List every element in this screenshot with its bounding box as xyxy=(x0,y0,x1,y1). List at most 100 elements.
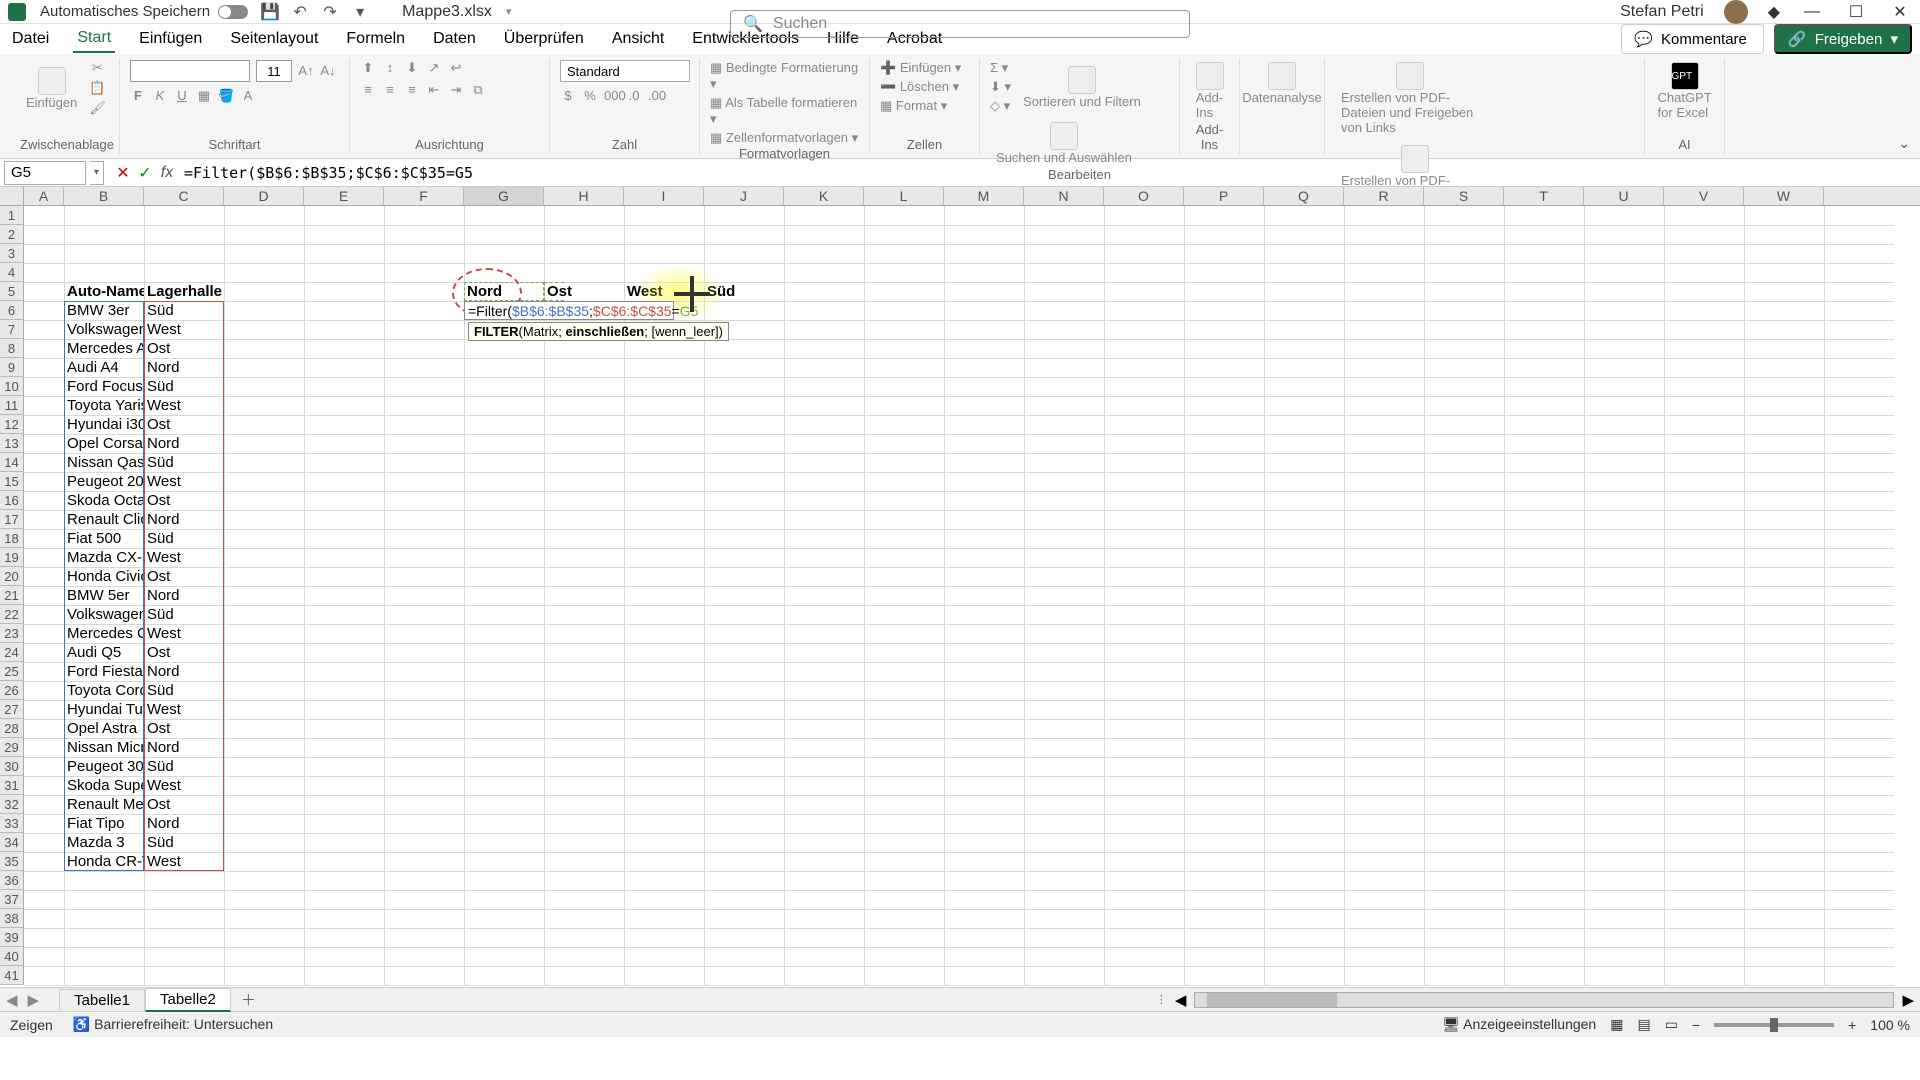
data-analysis-button[interactable]: Datenanalyse xyxy=(1250,60,1314,107)
row-header-39[interactable]: 39 xyxy=(0,928,24,947)
add-sheet-button[interactable]: ＋ xyxy=(231,989,266,1010)
redo-icon[interactable]: ↷ xyxy=(322,4,338,20)
menu-daten[interactable]: Daten xyxy=(429,26,480,52)
table-format-button[interactable]: ▦ Als Tabelle formatieren ▾ xyxy=(710,95,859,127)
col-header-I[interactable]: I xyxy=(624,187,704,205)
row-header-11[interactable]: 11 xyxy=(0,396,24,415)
menu-ansicht[interactable]: Ansicht xyxy=(608,26,668,52)
row-header-24[interactable]: 24 xyxy=(0,643,24,662)
fx-icon[interactable]: fx xyxy=(156,164,178,182)
cell-styles-button[interactable]: ▦ Zellenformatvorlagen ▾ xyxy=(710,130,859,146)
bold-icon[interactable]: F xyxy=(130,88,146,104)
col-header-W[interactable]: W xyxy=(1744,187,1824,205)
row-header-20[interactable]: 20 xyxy=(0,567,24,586)
merge-icon[interactable]: ⧉ xyxy=(470,82,486,98)
addins-button[interactable]: Add-Ins xyxy=(1190,60,1229,122)
display-settings[interactable]: 🖥 Anzeigeeinstellungen xyxy=(1442,1016,1596,1033)
copy-icon[interactable]: 📋 xyxy=(89,80,105,96)
row-header-36[interactable]: 36 xyxy=(0,871,24,890)
row-header-40[interactable]: 40 xyxy=(0,947,24,966)
cell-C5[interactable]: Lagerhalle xyxy=(144,282,224,301)
save-icon[interactable]: 💾 xyxy=(262,4,278,20)
row-header-17[interactable]: 17 xyxy=(0,510,24,529)
row-header-41[interactable]: 41 xyxy=(0,966,24,985)
align-center-icon[interactable]: ≡ xyxy=(382,82,398,98)
toggle-switch[interactable] xyxy=(218,5,248,19)
sheet-nav-prev-icon[interactable]: ◀ xyxy=(6,991,18,1009)
menu-formeln[interactable]: Formeln xyxy=(342,26,409,52)
hscroll-left-icon[interactable]: ◀ xyxy=(1175,991,1187,1009)
diamond-icon[interactable]: ◆ xyxy=(1768,2,1780,22)
autosum-icon[interactable]: Σ ▾ xyxy=(990,60,1011,76)
col-header-G[interactable]: G xyxy=(464,187,544,205)
qa-dropdown-icon[interactable]: ▾ xyxy=(352,4,368,20)
view-break-icon[interactable]: ▭ xyxy=(1665,1016,1678,1033)
minimize-button[interactable]: — xyxy=(1800,3,1824,21)
delete-cells-button[interactable]: ➖ Löschen ▾ xyxy=(880,79,969,95)
format-painter-icon[interactable]: 🖌 xyxy=(89,100,105,116)
insert-cells-button[interactable]: ➕ Einfügen ▾ xyxy=(880,60,969,76)
percent-icon[interactable]: % xyxy=(582,88,598,104)
col-header-O[interactable]: O xyxy=(1104,187,1184,205)
avatar[interactable] xyxy=(1724,0,1748,24)
row-header-21[interactable]: 21 xyxy=(0,586,24,605)
orientation-icon[interactable]: ↗ xyxy=(426,60,442,76)
row-header-34[interactable]: 34 xyxy=(0,833,24,852)
name-box-dropdown[interactable]: ▾ xyxy=(90,161,104,185)
sheet-tab-1[interactable]: Tabelle1 xyxy=(59,989,145,1011)
dec-dec-icon[interactable]: .00 xyxy=(648,88,664,104)
format-cells-button[interactable]: ▦ Format ▾ xyxy=(880,98,969,114)
col-header-B[interactable]: B xyxy=(64,187,144,205)
align-top-icon[interactable]: ⬆ xyxy=(360,60,376,76)
view-layout-icon[interactable]: ▤ xyxy=(1637,1016,1650,1033)
row-header-35[interactable]: 35 xyxy=(0,852,24,871)
col-header-F[interactable]: F xyxy=(384,187,464,205)
col-header-Q[interactable]: Q xyxy=(1264,187,1344,205)
menu-start[interactable]: Start xyxy=(73,25,115,53)
col-header-K[interactable]: K xyxy=(784,187,864,205)
cut-icon[interactable]: ✂ xyxy=(89,60,105,76)
comments-button[interactable]: 💬 Kommentare xyxy=(1621,24,1764,54)
col-header-E[interactable]: E xyxy=(304,187,384,205)
share-button[interactable]: 🔗 Freigeben ▾ xyxy=(1774,24,1912,54)
menu-ueberpruefen[interactable]: Überprüfen xyxy=(500,26,588,52)
row-header-26[interactable]: 26 xyxy=(0,681,24,700)
sheet-tab-2[interactable]: Tabelle2 xyxy=(145,988,231,1012)
undo-icon[interactable]: ↶ xyxy=(292,4,308,20)
border-icon[interactable]: ▦ xyxy=(196,88,212,104)
row-header-29[interactable]: 29 xyxy=(0,738,24,757)
spreadsheet-grid[interactable]: ABCDEFGHIJKLMNOPQRSTUVW 1234567891011121… xyxy=(0,187,1920,987)
row-header-12[interactable]: 12 xyxy=(0,415,24,434)
row-header-28[interactable]: 28 xyxy=(0,719,24,738)
editing-cell[interactable]: =Filter($B$6:$B$35;$C$6:$C$35=G5 xyxy=(464,301,674,320)
number-format[interactable] xyxy=(560,60,690,82)
zoom-slider[interactable] xyxy=(1714,1023,1834,1027)
col-header-V[interactable]: V xyxy=(1664,187,1744,205)
close-button[interactable]: ✕ xyxy=(1888,2,1912,22)
ribbon-collapse-icon[interactable]: ⌄ xyxy=(1898,135,1910,152)
chatgpt-button[interactable]: GPTChatGPT for Excel xyxy=(1655,60,1714,122)
view-normal-icon[interactable]: ▦ xyxy=(1610,1016,1623,1033)
font-size[interactable] xyxy=(256,60,292,82)
row-header-37[interactable]: 37 xyxy=(0,890,24,909)
pdf-links-button[interactable]: Erstellen von PDF-Dateien und Freigeben … xyxy=(1335,60,1485,137)
row-header-13[interactable]: 13 xyxy=(0,434,24,453)
wrap-icon[interactable]: ↩ xyxy=(448,60,464,76)
align-left-icon[interactable]: ≡ xyxy=(360,82,376,98)
zoom-out-icon[interactable]: − xyxy=(1692,1017,1700,1033)
comma-icon[interactable]: 000 xyxy=(604,88,620,104)
col-header-M[interactable]: M xyxy=(944,187,1024,205)
align-bot-icon[interactable]: ⬇ xyxy=(404,60,420,76)
paste-button[interactable]: Einfügen xyxy=(20,65,83,112)
underline-icon[interactable]: U xyxy=(174,88,190,104)
zoom-level[interactable]: 100 % xyxy=(1870,1017,1910,1033)
cancel-formula-icon[interactable]: ✕ xyxy=(112,163,134,183)
col-header-D[interactable]: D xyxy=(224,187,304,205)
col-header-R[interactable]: R xyxy=(1344,187,1424,205)
col-header-L[interactable]: L xyxy=(864,187,944,205)
user-name[interactable]: Stefan Petri xyxy=(1620,3,1704,21)
col-header-J[interactable]: J xyxy=(704,187,784,205)
select-all-corner[interactable] xyxy=(0,187,24,205)
accessibility-status[interactable]: ♿ Barrierefreiheit: Untersuchen xyxy=(73,1016,273,1033)
row-header-2[interactable]: 2 xyxy=(0,225,24,244)
